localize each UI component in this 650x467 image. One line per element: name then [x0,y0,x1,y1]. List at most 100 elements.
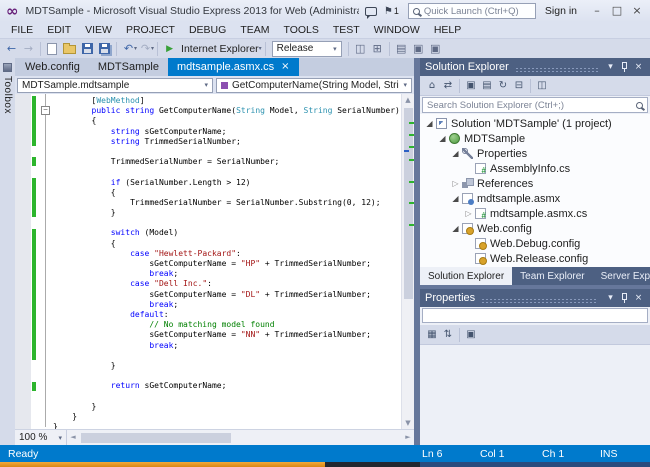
alphabetical-icon[interactable]: ⇅ [440,329,456,340]
tab-mdtsample-asmx-cs[interactable]: mdtsample.asmx.cs × [168,58,299,76]
solution-explorer-header[interactable]: Solution Explorer ▾ × [420,58,650,76]
expand-arrow-icon[interactable]: ◢ [450,194,461,203]
run-target-label[interactable]: Internet Explorer [181,43,259,55]
pin-icon[interactable] [622,62,627,69]
tree-item[interactable]: Web.Release.config [420,251,650,266]
configuration-combo[interactable]: Release ▾ [272,41,342,57]
toolbox-strip[interactable]: Toolbox [0,58,15,445]
scroll-right-icon[interactable]: ► [402,430,414,445]
member-dropdown[interactable]: GetComputerName(String Model, String Ser… [216,78,412,93]
vertical-scrollbar[interactable]: ▲ ▼ [401,94,414,429]
expand-arrow-icon[interactable]: ▷ [463,209,474,218]
extensions-icon[interactable]: ⊞ [369,40,386,58]
categorized-icon[interactable]: ▦ [424,329,440,340]
preview-selected-icon[interactable]: ◫ [534,80,550,91]
navigate-backward-icon[interactable]: ← [3,40,20,58]
find-in-files-icon[interactable]: ◫ [352,40,369,58]
collapse-region-icon[interactable] [41,106,50,115]
open-file-icon[interactable] [63,45,76,54]
collapse-all-icon[interactable]: ⊟ [511,80,527,91]
tree-item[interactable]: ◢Solution 'MDTSample' (1 project) [420,116,650,131]
code-line: { [53,116,401,126]
type-dropdown[interactable]: MDTSample.mdtsample ▾ [17,78,213,93]
properties-shortcut-icon[interactable]: ▣ [427,40,444,58]
expand-arrow-icon[interactable]: ◢ [450,149,461,158]
close-icon[interactable]: × [632,62,645,72]
tree-item[interactable]: ◢Properties [420,146,650,161]
expand-arrow-icon[interactable]: ◢ [424,119,435,128]
menu-item-window[interactable]: WINDOW [367,22,427,38]
feedback-icon[interactable] [365,7,377,16]
scroll-up-icon[interactable]: ▲ [402,94,414,106]
quick-launch-box[interactable] [408,3,536,19]
expand-arrow-icon[interactable]: ◢ [450,224,461,233]
menu-item-view[interactable]: VIEW [78,22,119,38]
tree-item[interactable]: ◢Web.config [420,221,650,236]
sync-with-active-document-icon[interactable]: ⇄ [440,80,456,91]
menu-item-tools[interactable]: TOOLS [276,22,325,38]
scroll-left-icon[interactable]: ◄ [67,430,79,445]
save-all-icon[interactable] [99,43,110,54]
run-target-dropdown-icon[interactable]: ▾ [259,45,262,52]
menu-item-debug[interactable]: DEBUG [182,22,233,38]
home-icon[interactable]: ⌂ [424,80,440,91]
solution-explorer-shortcut-icon[interactable]: ▤ [393,40,410,58]
properties-icon[interactable]: ▣ [463,80,479,91]
menu-item-test[interactable]: TEST [326,22,367,38]
close-button[interactable]: × [627,1,647,21]
close-icon[interactable]: × [632,293,645,303]
code-line: } [53,412,401,422]
tree-item[interactable]: ▷mdtsample.asmx.cs [420,206,650,221]
code-area[interactable]: [WebMethod] public string GetComputerNam… [53,96,401,429]
minimize-button[interactable]: – [587,1,607,21]
sign-in-link[interactable]: Sign in [545,5,577,17]
menu-item-help[interactable]: HELP [427,22,468,38]
window-position-icon[interactable]: ▾ [604,62,617,72]
tab-close-icon[interactable]: × [281,62,289,72]
properties-object-combo[interactable] [422,308,648,323]
tree-item[interactable]: ◢mdtsample.asmx [420,191,650,206]
window-position-icon[interactable]: ▾ [604,293,617,303]
toolbox-tab-label[interactable]: Toolbox [2,76,13,114]
new-file-icon[interactable] [47,43,57,55]
expand-arrow-icon[interactable]: ▷ [450,179,461,188]
show-all-files-icon[interactable]: ▤ [479,80,495,91]
code-editor[interactable]: [WebMethod] public string GetComputerNam… [15,94,414,429]
team-explorer-shortcut-icon[interactable]: ▣ [410,40,427,58]
solution-search-input[interactable] [427,100,632,111]
solution-search-box[interactable] [422,97,648,113]
zoom-dropdown[interactable]: 100 % ▾ [15,430,67,445]
taskbar-segment [325,462,420,467]
quick-launch-input[interactable] [424,6,531,17]
property-pages-icon[interactable]: ▣ [463,329,479,340]
tab-solution-explorer[interactable]: Solution Explorer [420,267,512,285]
scrollbar-thumb[interactable] [81,433,231,443]
tab-web-config[interactable]: Web.config [16,58,89,76]
tree-item[interactable]: AssemblyInfo.cs [420,161,650,176]
expand-arrow-icon[interactable]: ◢ [437,134,448,143]
tree-item[interactable]: ▷References [420,176,650,191]
notifications-flag-icon[interactable]: ⚑1 [384,6,399,17]
tab-mdtsample[interactable]: MDTSample [89,58,168,76]
pin-icon[interactable] [622,293,627,300]
menu-item-project[interactable]: PROJECT [119,22,182,38]
search-icon [636,102,643,109]
indicator-margin[interactable] [15,94,31,429]
solution-tree[interactable]: ◢Solution 'MDTSample' (1 project)◢MDTSam… [420,114,650,267]
menu-item-edit[interactable]: EDIT [40,22,78,38]
redo-dropdown-icon[interactable]: ▾ [151,45,154,52]
tree-item[interactable]: Web.Debug.config [420,236,650,251]
tab-team-explorer[interactable]: Team Explorer [512,267,592,285]
refresh-icon[interactable]: ↻ [495,80,511,91]
horizontal-scrollbar[interactable]: ◄ ► [67,430,414,445]
tree-item[interactable]: ◢MDTSample [420,131,650,146]
scroll-down-icon[interactable]: ▼ [402,417,414,429]
maximize-button[interactable]: □ [607,1,627,21]
navigate-forward-icon[interactable]: → [20,40,37,58]
menu-item-file[interactable]: FILE [4,22,40,38]
tab-server-explorer[interactable]: Server Explorer [593,267,650,285]
properties-header[interactable]: Properties ▾ × [420,289,650,307]
start-debug-icon[interactable]: ▶ [161,40,178,58]
save-icon[interactable] [82,43,93,54]
menu-item-team[interactable]: TEAM [233,22,276,38]
